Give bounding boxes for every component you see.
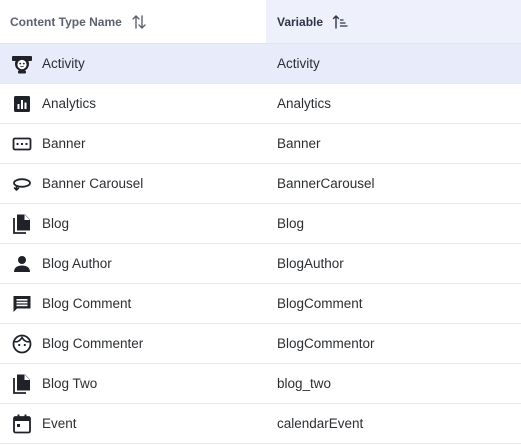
variable-cell: Activity xyxy=(277,56,320,71)
table-row[interactable]: Blog Author BlogAuthor xyxy=(0,244,521,284)
variable-cell: blog_two xyxy=(277,376,332,391)
content-type-name: Event xyxy=(42,416,77,431)
variable-cell: BannerCarousel xyxy=(277,176,375,191)
table-row[interactable]: Event calendarEvent xyxy=(0,404,521,444)
content-type-name-cell: Activity xyxy=(0,53,266,75)
content-type-name: Blog xyxy=(42,216,70,231)
column-header-label: Content Type Name xyxy=(10,14,122,29)
carousel-icon xyxy=(11,173,33,195)
variable-cell: BlogComment xyxy=(277,296,363,311)
comment-icon xyxy=(11,293,33,315)
content-type-name-cell: Blog Commenter xyxy=(0,333,266,355)
table-row[interactable]: Banner Carousel BannerCarousel xyxy=(0,164,521,204)
document-icon xyxy=(11,213,33,235)
variable-cell: BlogAuthor xyxy=(277,256,344,271)
table-header: Content Type Name Variable xyxy=(0,0,521,44)
person-icon xyxy=(11,253,33,275)
content-type-name-cell: Banner xyxy=(0,133,266,155)
table-row[interactable]: Banner Banner xyxy=(0,124,521,164)
content-type-name-cell: Banner Carousel xyxy=(0,173,266,195)
variable-cell: BlogCommentor xyxy=(277,336,375,351)
table-row[interactable]: Analytics Analytics xyxy=(0,84,521,124)
calendar-icon xyxy=(11,413,33,435)
content-type-name-cell: Blog Two xyxy=(0,373,266,395)
activity-icon xyxy=(11,53,33,75)
content-type-name-cell: Event xyxy=(0,413,266,435)
content-type-name: Blog Author xyxy=(42,256,112,271)
sort-toggle-icon[interactable] xyxy=(131,14,147,30)
column-header-content-type-name[interactable]: Content Type Name xyxy=(0,0,266,43)
content-type-name: Blog Commenter xyxy=(42,336,144,351)
content-type-name-cell: Blog Author xyxy=(0,253,266,275)
column-header-label: Variable xyxy=(277,14,324,29)
content-type-name: Banner Carousel xyxy=(42,176,144,191)
variable-cell: Banner xyxy=(277,136,321,151)
analytics-icon xyxy=(11,93,33,115)
content-type-name-cell: Analytics xyxy=(0,93,266,115)
table-row[interactable]: Blog Blog xyxy=(0,204,521,244)
content-type-name: Banner xyxy=(42,136,86,151)
content-type-name: Activity xyxy=(42,56,85,71)
content-types-table: Content Type Name Variable Activity Acti… xyxy=(0,0,521,444)
document-icon xyxy=(11,373,33,395)
column-header-variable[interactable]: Variable xyxy=(266,0,521,43)
banner-icon xyxy=(11,133,33,155)
table-row[interactable]: Blog Commenter BlogCommentor xyxy=(0,324,521,364)
table-row[interactable]: Blog Two blog_two xyxy=(0,364,521,404)
table-row[interactable]: Blog Comment BlogComment xyxy=(0,284,521,324)
variable-cell: calendarEvent xyxy=(277,416,364,431)
content-type-name-cell: Blog xyxy=(0,213,266,235)
table-row[interactable]: Activity Activity xyxy=(0,44,521,84)
content-type-name: Blog Two xyxy=(42,376,98,391)
content-type-name-cell: Blog Comment xyxy=(0,293,266,315)
content-type-name: Analytics xyxy=(42,96,97,111)
variable-cell: Analytics xyxy=(277,96,332,111)
variable-cell: Blog xyxy=(277,216,305,231)
content-type-name: Blog Comment xyxy=(42,296,132,311)
sort-ascending-icon[interactable] xyxy=(332,14,348,30)
face-icon xyxy=(11,333,33,355)
